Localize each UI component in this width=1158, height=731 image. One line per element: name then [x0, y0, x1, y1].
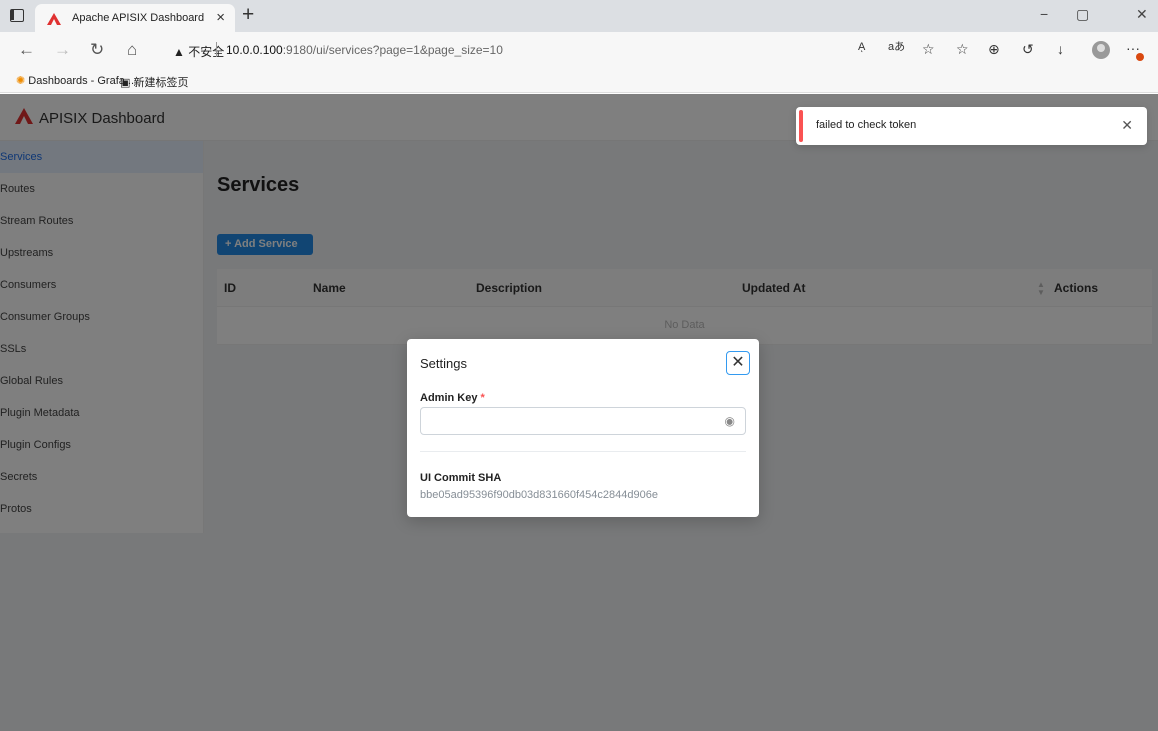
back-icon[interactable]: ← [18, 41, 35, 58]
grafana-icon: ✺ [16, 75, 26, 87]
tab-title: Apache APISIX Dashboard [72, 12, 205, 24]
history-icon[interactable]: ↺ [1022, 42, 1034, 56]
admin-key-input[interactable]: ◉ [420, 407, 746, 435]
required-mark: * [480, 392, 485, 404]
browser-tab-bar: Apache APISIX Dashboard × + − ▢ ✕ [0, 0, 1158, 32]
error-toast: failed to check token ✕ [796, 107, 1147, 145]
commit-sha-label: UI Commit SHA [420, 472, 502, 484]
bookmarks-bar: ✺ Dashboards - Grafa... ▣ 新建标签页 [0, 70, 1158, 93]
commit-sha-value: bbe05ad95396f90db03d831660f454c2844d906e [420, 489, 658, 501]
forward-icon[interactable]: → [54, 41, 71, 58]
close-icon[interactable]: ✕ [726, 351, 750, 375]
favorite-add-icon[interactable]: ☆ [922, 42, 935, 56]
favorites-icon[interactable]: ☆ [956, 42, 969, 56]
bookmark-label: 新建标签页 [133, 77, 189, 89]
toast-close-icon[interactable]: ✕ [1121, 117, 1133, 134]
translate-icon[interactable]: aあ [888, 42, 905, 53]
settings-modal: Settings ✕ Admin Key * ◉ UI Commit SHA b… [407, 339, 759, 517]
url-separator [216, 42, 217, 57]
modal-title: Settings [420, 356, 467, 371]
admin-key-label-text: Admin Key [420, 392, 478, 404]
new-tab-button[interactable]: + [242, 3, 254, 27]
tab-actions-icon[interactable] [10, 9, 24, 22]
reload-icon[interactable]: ↻ [90, 41, 104, 58]
minimize-icon[interactable]: − [1040, 6, 1048, 22]
collections-icon[interactable]: ⊕ [988, 42, 1000, 56]
url-host: 10.0.0.100 [226, 43, 283, 57]
bookmark-grafana[interactable]: ✺ Dashboards - Grafa... [16, 74, 134, 87]
new-tab-page-icon: ▣ [120, 77, 131, 89]
url-path: :9180/ui/services?page=1&page_size=10 [282, 43, 503, 57]
address-bar: ← → ↻ ⌂ ▲ 不安全 10.0.0.100:9180/ui/service… [0, 32, 1158, 70]
maximize-icon[interactable]: ▢ [1076, 6, 1089, 23]
read-aloud-icon[interactable]: Aͅ [858, 42, 865, 53]
admin-key-label: Admin Key * [420, 392, 485, 404]
url-input[interactable]: 10.0.0.100:9180/ui/services?page=1&page_… [226, 43, 503, 57]
tab-close-icon[interactable]: × [216, 9, 225, 26]
toast-accent-bar [799, 110, 803, 142]
profile-avatar[interactable] [1092, 41, 1110, 59]
toast-message: failed to check token [816, 119, 917, 131]
divider [420, 451, 746, 452]
apisix-favicon-icon [47, 13, 61, 25]
bookmark-new-tab[interactable]: ▣ 新建标签页 [120, 74, 188, 90]
home-icon[interactable]: ⌂ [127, 41, 137, 58]
window-close-icon[interactable]: ✕ [1136, 6, 1148, 23]
bookmark-label: Dashboards - Grafa... [28, 75, 135, 87]
eye-icon[interactable]: ◉ [725, 414, 735, 428]
downloads-icon[interactable]: ↓ [1057, 42, 1064, 56]
browser-tab[interactable]: Apache APISIX Dashboard × [35, 4, 235, 32]
notification-badge [1136, 53, 1144, 61]
